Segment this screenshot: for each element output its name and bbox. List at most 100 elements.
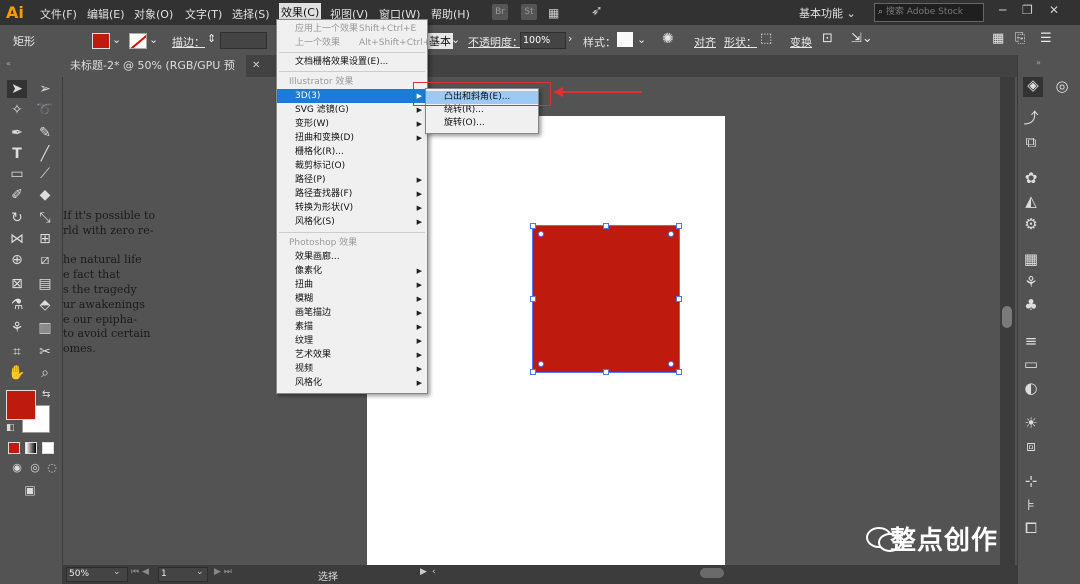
menu-item-raster-settings[interactable]: 文档栅格效果设置(E)... <box>277 55 427 69</box>
direct-selection-tool-icon[interactable]: ➢ <box>35 80 55 98</box>
swap-colors-icon[interactable]: ⇆ <box>42 389 50 400</box>
pathfinder-icon[interactable]: ⧠ <box>1023 520 1039 536</box>
menu-item-pixelate[interactable]: 像素化 ▶ <box>277 264 427 278</box>
gradient-tool-icon[interactable]: ▤ <box>35 275 55 293</box>
menu-item-effect-gallery[interactable]: 效果画廊... <box>277 250 427 264</box>
bounding-handle[interactable] <box>530 369 536 375</box>
transparency-icon[interactable]: ◐ <box>1023 380 1039 396</box>
stroke-swatch[interactable] <box>129 33 147 49</box>
pen-tool-icon[interactable]: ✒ <box>7 124 27 142</box>
corner-widget[interactable] <box>538 361 544 367</box>
submenu-item-rotate[interactable]: 旋转(O)... <box>426 117 538 130</box>
menu-select[interactable]: 选择(S) <box>232 6 270 22</box>
bounding-handle[interactable] <box>530 223 536 229</box>
menu-item-3d[interactable]: 3D(3) ▶ <box>277 89 427 103</box>
vertical-scroll-thumb[interactable] <box>1002 306 1012 328</box>
scroll-left-icon[interactable]: ‹ <box>432 567 436 577</box>
first-artboard-icon[interactable]: ⏮ ◀ <box>131 567 149 577</box>
status-menu-icon[interactable]: ▶ <box>420 567 427 577</box>
menu-item-svg-filters[interactable]: SVG 滤镜(G) ▶ <box>277 103 427 117</box>
menu-file[interactable]: 文件(F) <box>40 6 77 22</box>
swatches-icon[interactable]: ▦ <box>1023 251 1039 267</box>
menu-item-convert-to-shape[interactable]: 转换为形状(V) ▶ <box>277 201 427 215</box>
recolor-artwork-icon[interactable]: ✺ <box>662 31 674 47</box>
draw-inside-icon[interactable]: ◌ <box>42 459 62 477</box>
menu-edit[interactable]: 编辑(E) <box>87 6 125 22</box>
chevron-right-icon[interactable]: › <box>568 32 572 45</box>
align-panel-icon[interactable]: ⊧ <box>1023 497 1039 513</box>
menu-item-distort[interactable]: 扭曲 ▶ <box>277 278 427 292</box>
menu-item-apply-last-effect[interactable]: 应用上一个效果 Shift+Ctrl+E <box>277 22 427 36</box>
eraser-icon[interactable]: ◆ <box>35 186 55 204</box>
fill-color-indicator[interactable] <box>6 390 36 420</box>
perspective-grid-icon[interactable]: ⧄ <box>35 251 55 269</box>
bounding-handle[interactable] <box>603 223 609 229</box>
rectangle-tool-icon[interactable]: ▭ <box>7 165 27 183</box>
none-mode-icon[interactable] <box>42 442 54 454</box>
menu-item-artistic[interactable]: 艺术效果 ▶ <box>277 348 427 362</box>
recolor-icon[interactable]: ⚙ <box>1023 216 1039 232</box>
default-colors-icon[interactable]: ◧ <box>6 423 15 433</box>
arrange-docs-icon[interactable]: ▦ <box>548 6 564 20</box>
menu-object[interactable]: 对象(O) <box>134 6 173 22</box>
scale-tool-icon[interactable]: ⤡ <box>35 209 55 227</box>
menu-item-pathfinder[interactable]: 路径查找器(F) ▶ <box>277 187 427 201</box>
align-button[interactable]: 对齐 <box>694 34 716 50</box>
chevron-down-icon[interactable]: ⌄ <box>451 33 460 46</box>
shape-properties-icon[interactable]: ⬚ <box>760 31 772 46</box>
workspace-switcher[interactable]: 基本功能 ⌄ <box>799 5 856 21</box>
menu-list-icon[interactable]: ☰ <box>1040 31 1052 46</box>
free-transform-icon[interactable]: ⊞ <box>35 230 55 248</box>
menu-item-sketch[interactable]: 素描 ▶ <box>277 320 427 334</box>
blend-tool-icon[interactable]: ⬘ <box>35 296 55 314</box>
bounding-handle[interactable] <box>530 296 536 302</box>
selection-tool-icon[interactable]: ➤ <box>7 80 27 98</box>
horizontal-scroll-thumb[interactable] <box>700 568 724 578</box>
shape-label[interactable]: 形状： <box>724 34 757 50</box>
symbol-sprayer-icon[interactable]: ⚘ <box>7 319 27 337</box>
mesh-tool-icon[interactable]: ⊠ <box>7 275 27 293</box>
chevron-down-icon[interactable]: ⌄ <box>149 33 158 46</box>
collapse-icon[interactable]: » <box>1036 58 1041 67</box>
color-icon[interactable]: ✿ <box>1023 170 1039 186</box>
export-icon[interactable]: ⤴ <box>1023 110 1039 126</box>
menu-item-rasterize[interactable]: 栅格化(R)... <box>277 145 427 159</box>
close-icon[interactable]: ✕ <box>1049 3 1059 17</box>
bounding-handle[interactable] <box>676 296 682 302</box>
transform-panel-icon[interactable]: ⊹ <box>1023 473 1039 489</box>
stroke-panel-icon[interactable]: ≡ <box>1023 333 1039 349</box>
next-artboard-icon[interactable]: ▶ ⏭ <box>214 567 232 577</box>
column-graph-icon[interactable]: ▥ <box>35 319 55 337</box>
bounding-handle[interactable] <box>676 223 682 229</box>
graphic-styles-icon[interactable]: ⧈ <box>1023 438 1039 454</box>
menu-item-stylize-ps[interactable]: 风格化 ▶ <box>277 376 427 390</box>
draw-normal-icon[interactable]: ◉ <box>7 459 27 477</box>
collapse-icon[interactable]: « <box>6 59 11 68</box>
close-tab-icon[interactable]: ✕ <box>252 60 260 71</box>
chevron-down-icon[interactable]: ⌄ <box>113 567 121 577</box>
menu-type[interactable]: 文字(T) <box>185 6 222 22</box>
bounding-handle[interactable] <box>603 369 609 375</box>
gradient-mode-icon[interactable] <box>25 442 37 454</box>
artboard-tool-icon[interactable]: ⌗ <box>7 343 27 361</box>
stroke-stepper-icon[interactable]: ⇕ <box>207 32 216 45</box>
slice-tool-icon[interactable]: ✂ <box>35 343 55 361</box>
libraries-icon[interactable]: ◎ <box>1054 78 1070 94</box>
menu-item-distort-transform[interactable]: 扭曲和变换(D) ▶ <box>277 131 427 145</box>
rotate-tool-icon[interactable]: ↻ <box>7 209 27 227</box>
panel-options-icon[interactable]: ⎘ <box>1015 31 1025 46</box>
menu-item-brush-strokes[interactable]: 画笔描边 ▶ <box>277 306 427 320</box>
document-tab[interactable]: 未标题-2* @ 50% (RGB/GPU 预览) <box>62 55 246 94</box>
width-tool-icon[interactable]: ⋈ <box>7 230 27 248</box>
stroke-weight-input[interactable] <box>220 32 267 49</box>
menu-item-last-effect[interactable]: 上一个效果 Alt+Shift+Ctrl+E <box>277 36 436 50</box>
menu-item-video[interactable]: 视频 ▶ <box>277 362 427 376</box>
minimize-icon[interactable]: ─ <box>999 3 1006 17</box>
corner-widget[interactable] <box>538 231 544 237</box>
zoom-tool-icon[interactable]: ⌕ <box>35 364 55 382</box>
menu-item-path[interactable]: 路径(P) ▶ <box>277 173 427 187</box>
menu-item-warp[interactable]: 变形(W) ▶ <box>277 117 427 131</box>
bridge-icon[interactable]: Br <box>492 4 508 20</box>
hand-tool-icon[interactable]: ✋ <box>7 364 27 382</box>
fill-swatch[interactable] <box>92 33 110 49</box>
